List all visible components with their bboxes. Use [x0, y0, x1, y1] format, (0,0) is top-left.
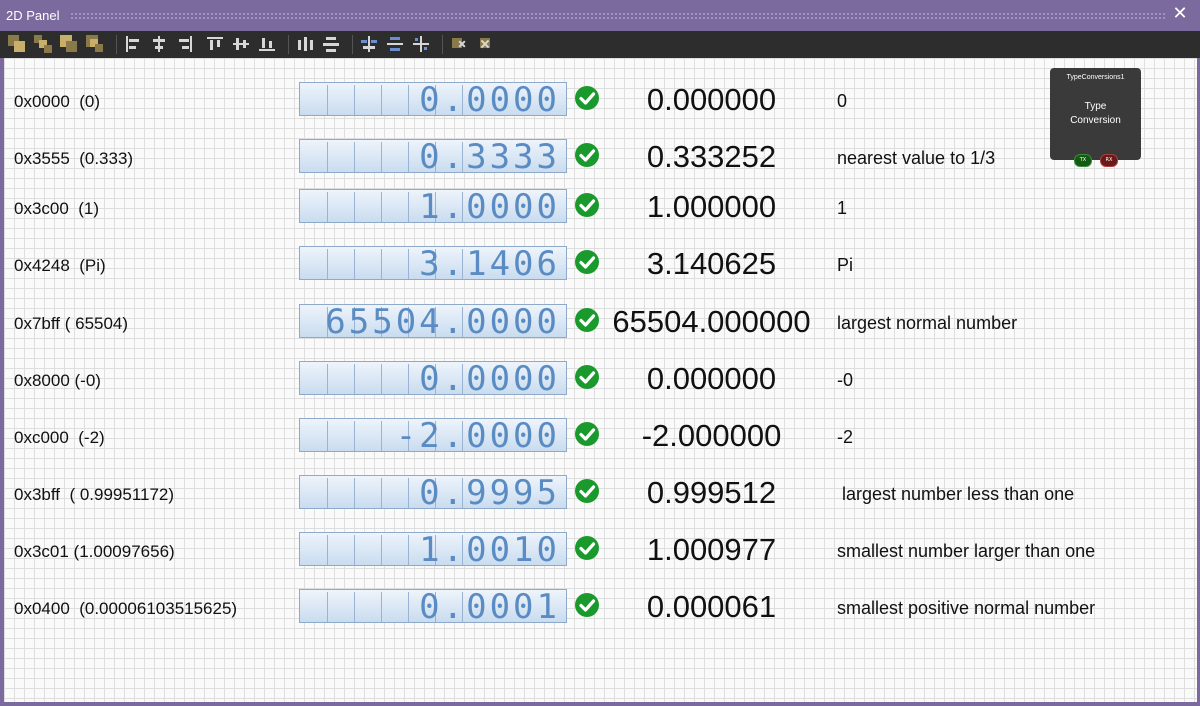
check-icon: [575, 143, 599, 167]
lcd-display[interactable]: 1.0000: [299, 189, 567, 223]
hex-label: 0x0000 (0): [14, 92, 100, 111]
description-label: -0: [837, 370, 854, 390]
block-type: Type Conversion: [1070, 101, 1121, 126]
value-row: 0x3bff ( 0.99951172) 0.9995 0.999512 large…: [4, 475, 1197, 515]
check-icon: [575, 593, 599, 617]
hex-label: 0x8000 (-0): [14, 371, 101, 390]
decimal-value: 0.333252: [646, 139, 777, 174]
value-row: 0xc000 (-2) -2.0000 -2.000000 -2: [4, 418, 1197, 458]
decimal-value: 1.000977: [646, 532, 777, 567]
hex-label: 0x3555 (0.333): [14, 149, 134, 168]
description-label: nearest value to 1/3: [837, 148, 996, 168]
hex-label: 0x4248 (Pi): [14, 256, 106, 275]
check-icon: [575, 422, 599, 446]
decimal-value: 0.000000: [646, 82, 777, 117]
description-label: largest normal number: [837, 313, 1018, 333]
lcd-display[interactable]: -2.0000: [299, 418, 567, 452]
lcd-digits: 0.3333: [419, 139, 560, 173]
description-label: largest number less than one: [837, 484, 1075, 504]
description-label: 0: [837, 91, 848, 111]
type-conversion-block[interactable]: TypeConversions1 Type Conversion TX RX: [1050, 68, 1141, 167]
value-row: 0x8000 (-0) 0.0000 0.000000 -0: [4, 361, 1197, 401]
lock-icon[interactable]: [450, 35, 468, 53]
value-row: 0x0400 (0.00006103515625) 0.0001 0.000061 s…: [4, 589, 1197, 629]
lcd-digits: 0.0001: [419, 589, 560, 623]
value-row: 0x7bff ( 65504) 65504.0000 65504.000000 lar…: [4, 304, 1197, 344]
value-row: 0x3c00 (1) 1.0000 1.000000 1: [4, 189, 1197, 229]
panel-canvas[interactable]: 0x0000 (0) 0.0000 0.000000 0 0x3555 (0.333) 0…: [4, 58, 1197, 702]
lcd-digits: 0.0000: [419, 361, 560, 395]
description-label: 1: [837, 198, 848, 218]
title-bar[interactable]: 2D Panel ✕: [0, 0, 1200, 31]
panel-window: 2D Panel ✕ 0x0000 (0) 0.0000 0.000000 0 0x35…: [0, 0, 1200, 706]
decimal-value: 0.000061: [646, 589, 777, 624]
make-same-width-icon[interactable]: [360, 35, 378, 53]
hex-label: 0x3bff ( 0.99951172): [14, 485, 175, 504]
lcd-display[interactable]: 0.0000: [299, 82, 567, 116]
lcd-display[interactable]: 0.3333: [299, 139, 567, 173]
decimal-value: 3.140625: [646, 246, 777, 281]
lcd-digits: 1.0010: [419, 532, 560, 566]
align-middle-icon[interactable]: [232, 35, 250, 53]
hex-label: 0x3c01 (1.00097656): [14, 542, 175, 561]
decimal-value: 0.000000: [646, 361, 777, 396]
description-label: -2: [837, 427, 854, 447]
toolbar: [0, 31, 1200, 58]
distribute-vertical-icon[interactable]: [322, 35, 340, 53]
send-to-back-icon[interactable]: [86, 35, 104, 53]
lcd-digits: 0.0000: [419, 82, 560, 116]
lcd-digits: 3.1406: [419, 246, 560, 280]
lcd-digits: 0.9995: [419, 475, 560, 509]
tx-port[interactable]: TX: [1074, 154, 1092, 167]
send-backward-icon[interactable]: [60, 35, 78, 53]
bring-to-front-icon[interactable]: [34, 35, 52, 53]
decimal-value: 1.000000: [646, 189, 777, 224]
description-label: smallest number larger than one: [837, 541, 1096, 561]
distribute-horizontal-icon[interactable]: [296, 35, 314, 53]
lcd-digits: 65504.0000: [325, 304, 560, 338]
align-left-icon[interactable]: [124, 35, 142, 53]
bring-forward-icon[interactable]: [8, 35, 26, 53]
make-same-height-icon[interactable]: [386, 35, 404, 53]
hex-label: 0x3c00 (1): [14, 199, 100, 218]
align-bottom-icon[interactable]: [258, 35, 276, 53]
decimal-value: -2.000000: [641, 418, 782, 453]
check-icon: [575, 536, 599, 560]
unlock-icon[interactable]: [476, 35, 494, 53]
block-name: TypeConversions1: [1066, 74, 1125, 81]
lcd-display[interactable]: 0.0001: [299, 589, 567, 623]
value-row: 0x0000 (0) 0.0000 0.000000 0: [4, 82, 1197, 122]
make-same-size-icon[interactable]: [412, 35, 430, 53]
lcd-display[interactable]: 0.9995: [299, 475, 567, 509]
description-label: Pi: [837, 255, 854, 275]
lcd-digits: -2.0000: [395, 418, 560, 452]
drag-grip[interactable]: [70, 12, 1166, 19]
window-title: 2D Panel: [6, 8, 60, 23]
decimal-value: 65504.000000: [612, 304, 811, 339]
align-right-icon[interactable]: [176, 35, 194, 53]
hex-label: 0x7bff ( 65504): [14, 314, 129, 333]
check-icon: [575, 86, 599, 110]
align-center-icon[interactable]: [150, 35, 168, 53]
align-top-icon[interactable]: [206, 35, 224, 53]
value-row: 0x3555 (0.333) 0.3333 0.333252 nearest valu…: [4, 139, 1197, 179]
close-icon[interactable]: ✕: [1170, 4, 1190, 24]
check-icon: [575, 479, 599, 503]
hex-label: 0x0400 (0.00006103515625): [14, 599, 238, 618]
lcd-display[interactable]: 1.0010: [299, 532, 567, 566]
hex-label: 0xc000 (-2): [14, 428, 105, 447]
check-icon: [575, 308, 599, 332]
value-row: 0x3c01 (1.00097656) 1.0010 1.000977 smalles…: [4, 532, 1197, 572]
description-label: smallest positive normal number: [837, 598, 1096, 618]
check-icon: [575, 250, 599, 274]
decimal-value: 0.999512: [646, 475, 777, 510]
lcd-display[interactable]: 0.0000: [299, 361, 567, 395]
value-row: 0x4248 (Pi) 3.1406 3.140625 Pi: [4, 246, 1197, 286]
check-icon: [575, 193, 599, 217]
rx-port[interactable]: RX: [1100, 154, 1118, 167]
lcd-display[interactable]: 65504.0000: [299, 304, 567, 338]
check-icon: [575, 365, 599, 389]
lcd-digits: 1.0000: [419, 189, 560, 223]
lcd-display[interactable]: 3.1406: [299, 246, 567, 280]
